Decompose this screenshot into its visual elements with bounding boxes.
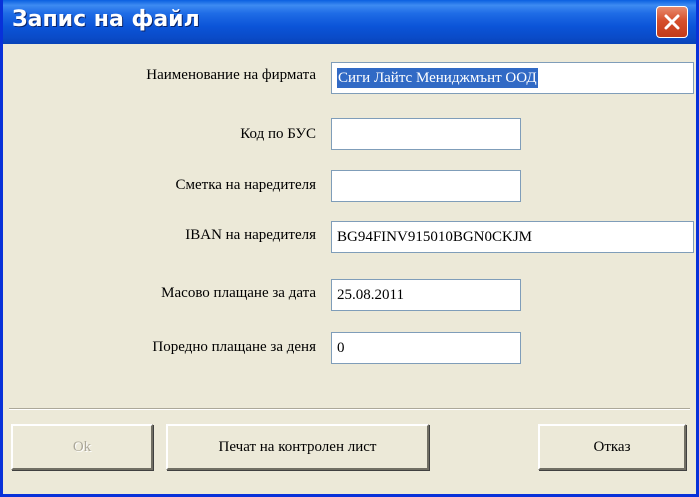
button-divider <box>9 408 690 410</box>
payment-date-label: Масово плащане за дата <box>161 285 316 301</box>
ok-button[interactable]: Ok <box>11 424 153 470</box>
window-title: Запис на файл <box>12 7 200 32</box>
bus-code-field[interactable] <box>331 118 521 150</box>
payer-iban-field[interactable]: BG94FINV915010BGN0CKJM <box>331 221 694 253</box>
close-icon <box>664 14 680 30</box>
close-button[interactable] <box>656 6 688 38</box>
payment-date-field[interactable]: 25.08.2011 <box>331 279 521 311</box>
company-name-label: Наименование на фирмата <box>146 67 316 83</box>
print-control-sheet-button[interactable]: Печат на контролен лист <box>166 424 429 470</box>
title-bar[interactable]: Запис на файл <box>3 0 696 44</box>
cancel-button[interactable]: Отказ <box>538 424 686 470</box>
dialog-window: Запис на файл Наименование на фирмата Си… <box>0 0 699 497</box>
payment-seq-label: Поредно плащане за деня <box>152 339 316 355</box>
payer-account-label: Сметка на наредителя <box>175 177 316 193</box>
payment-seq-field[interactable]: 0 <box>331 332 521 364</box>
company-name-field[interactable]: Сиги Лайтс Мениджмънт ООД <box>331 62 694 94</box>
company-name-value: Сиги Лайтс Мениджмънт ООД <box>337 68 538 88</box>
payer-account-field[interactable] <box>331 170 521 202</box>
payer-iban-label: IBAN на наредителя <box>185 227 316 243</box>
bus-code-label: Код по БУС <box>240 126 316 142</box>
